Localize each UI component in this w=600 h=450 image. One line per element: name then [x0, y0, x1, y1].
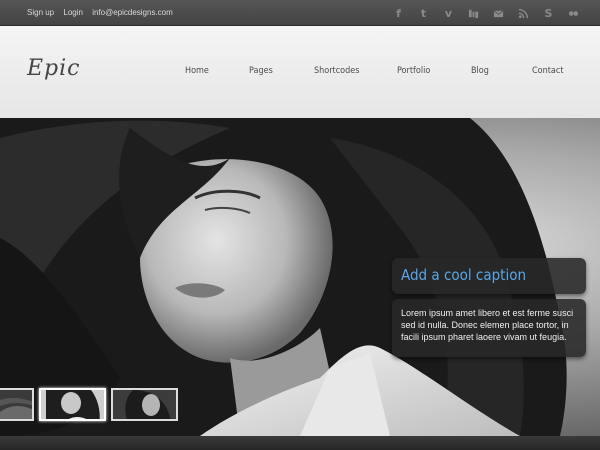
email-link[interactable]: info@epicdesigns.com [92, 8, 173, 17]
vimeo-icon[interactable]: v [436, 6, 461, 20]
flickr-icon[interactable] [561, 6, 586, 20]
caption-title: Add a cool caption [392, 258, 586, 294]
rss-icon[interactable] [511, 6, 536, 20]
thumbnail-1[interactable] [0, 388, 34, 421]
nav-blog[interactable]: Blog [471, 66, 489, 76]
digg-icon[interactable] [461, 6, 486, 20]
nav-contact[interactable]: Contact [532, 66, 564, 76]
social-icons: f t v S [386, 6, 586, 20]
login-link[interactable]: Login [63, 8, 83, 17]
logo[interactable]: Epic [27, 56, 81, 81]
nav-pages[interactable]: Pages [249, 66, 273, 76]
slider-thumbnails [0, 388, 178, 421]
nav-portfolio[interactable]: Portfolio [397, 66, 430, 76]
top-links: Sign up Login info@epicdesigns.com [27, 8, 180, 17]
twitter-icon[interactable]: t [411, 6, 436, 20]
nav-shortcodes[interactable]: Shortcodes [314, 66, 359, 76]
site-header: Epic Home Pages Shortcodes Portfolio Blo… [0, 26, 600, 118]
signup-link[interactable]: Sign up [27, 8, 54, 17]
bottom-bar [0, 436, 600, 450]
top-bar: Sign up Login info@epicdesigns.com f t v… [0, 0, 600, 26]
thumbnail-3[interactable] [111, 388, 178, 421]
thumbnail-2[interactable] [39, 388, 106, 421]
skype-icon[interactable]: S [536, 6, 561, 20]
caption-text: Lorem ipsum amet libero et est ferme sus… [392, 299, 586, 357]
nav-home[interactable]: Home [185, 66, 209, 76]
email-icon[interactable] [486, 6, 511, 20]
facebook-icon[interactable]: f [386, 6, 411, 20]
